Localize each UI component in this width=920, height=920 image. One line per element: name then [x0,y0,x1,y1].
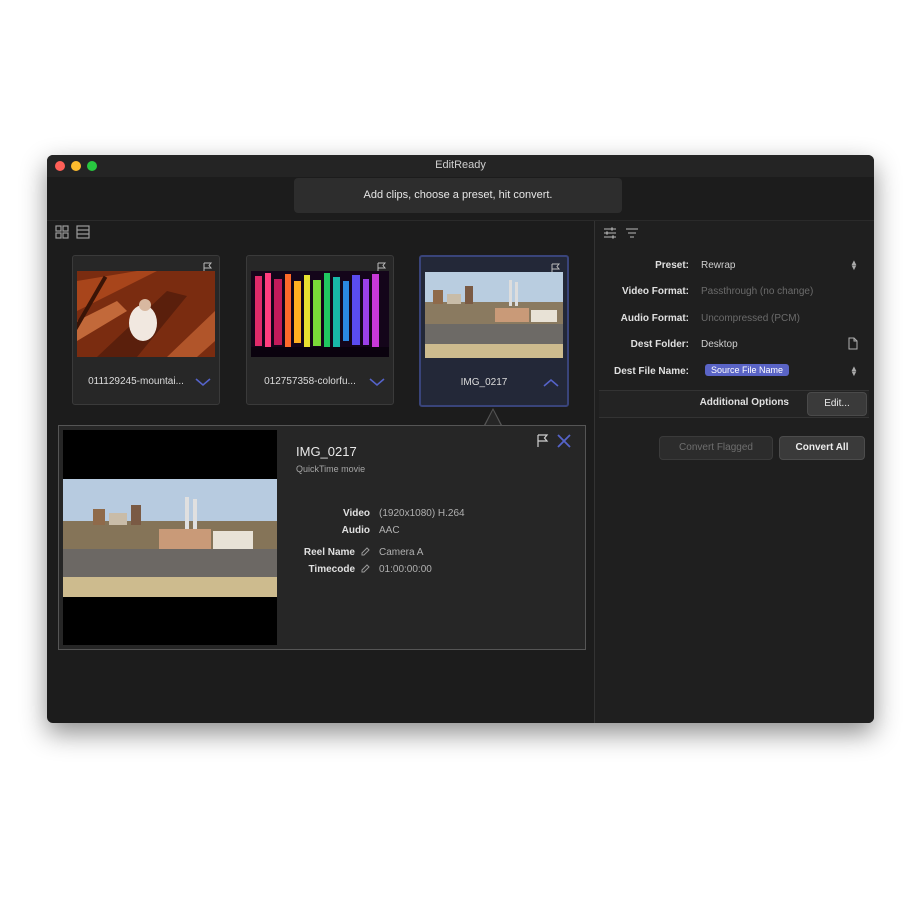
additional-options-label: Additional Options [699,397,789,408]
chevron-down-icon[interactable] [369,377,385,387]
timecode-value[interactable]: 01:00:00:00 [379,564,432,575]
clip-card[interactable]: 012757358-colorfu... [246,255,394,405]
clip-thumbnail [425,272,563,358]
sliders-icon[interactable] [603,226,617,240]
pencil-icon[interactable] [360,547,370,557]
title-bar: EditReady [47,155,874,177]
instruction-banner: Add clips, choose a preset, hit convert. [294,178,622,213]
document-icon[interactable] [848,337,858,350]
video-value: (1920x1080) H.264 [379,508,465,519]
video-preview[interactable] [63,430,277,645]
close-icon[interactable] [557,434,571,448]
video-format-label: Video Format: [621,286,689,297]
clip-name: 011129245-mountai... [88,376,184,387]
timecode-label: Timecode [308,564,356,575]
filter-lines-icon[interactable] [625,226,639,240]
list-view-icon[interactable] [76,225,90,239]
audio-format-select[interactable]: Uncompressed (PCM) [701,313,800,324]
audio-format-label: Audio Format: [620,313,689,324]
video-format-select[interactable]: Passthrough (no change) [701,286,813,297]
chevron-updown-icon[interactable]: ▲ ▼ [850,365,858,378]
flag-icon[interactable] [537,434,549,448]
chevron-up-icon[interactable] [543,378,559,388]
source-file-name-token[interactable]: Source File Name [705,364,790,376]
preset-select[interactable]: Rewrap [701,260,735,271]
detail-title: IMG_0217 [296,444,357,459]
preset-label: Preset: [655,260,689,271]
reel-name-value[interactable]: Camera A [379,547,423,558]
video-label: Video [342,508,370,519]
clip-card-selected[interactable]: IMG_0217 [419,255,569,407]
chevron-down-icon[interactable] [195,377,211,387]
dest-file-name-field[interactable]: Source File Name [705,364,790,376]
dest-folder-label: Dest Folder: [630,339,689,350]
detail-subtitle: QuickTime movie [296,464,366,474]
convert-all-button[interactable]: Convert All [779,436,865,460]
dest-file-name-label: Dest File Name: [613,366,689,377]
video-frame [63,479,277,597]
clip-thumbnail [77,271,215,357]
clip-detail-panel: IMG_0217 QuickTime movie Video (1920x108… [58,425,586,650]
clip-thumbnail [251,271,389,357]
clip-card[interactable]: 011129245-mountai... [72,255,220,405]
clip-name: 012757358-colorfu... [264,376,356,387]
grid-view-icon[interactable] [55,225,69,239]
audio-label: Audio [341,525,370,536]
clip-name: IMG_0217 [460,377,508,388]
audio-value: AAC [379,525,400,536]
dest-folder-value[interactable]: Desktop [701,339,738,350]
pencil-icon[interactable] [360,564,370,574]
reel-name-label: Reel Name [303,547,355,558]
edit-options-button[interactable]: Edit... [807,392,867,416]
convert-flagged-button[interactable]: Convert Flagged [659,436,773,460]
chevron-updown-icon[interactable]: ▲ ▼ [850,259,858,272]
app-window: EditReady Add clips, choose a preset, hi… [47,155,874,723]
window-title: EditReady [435,159,486,171]
